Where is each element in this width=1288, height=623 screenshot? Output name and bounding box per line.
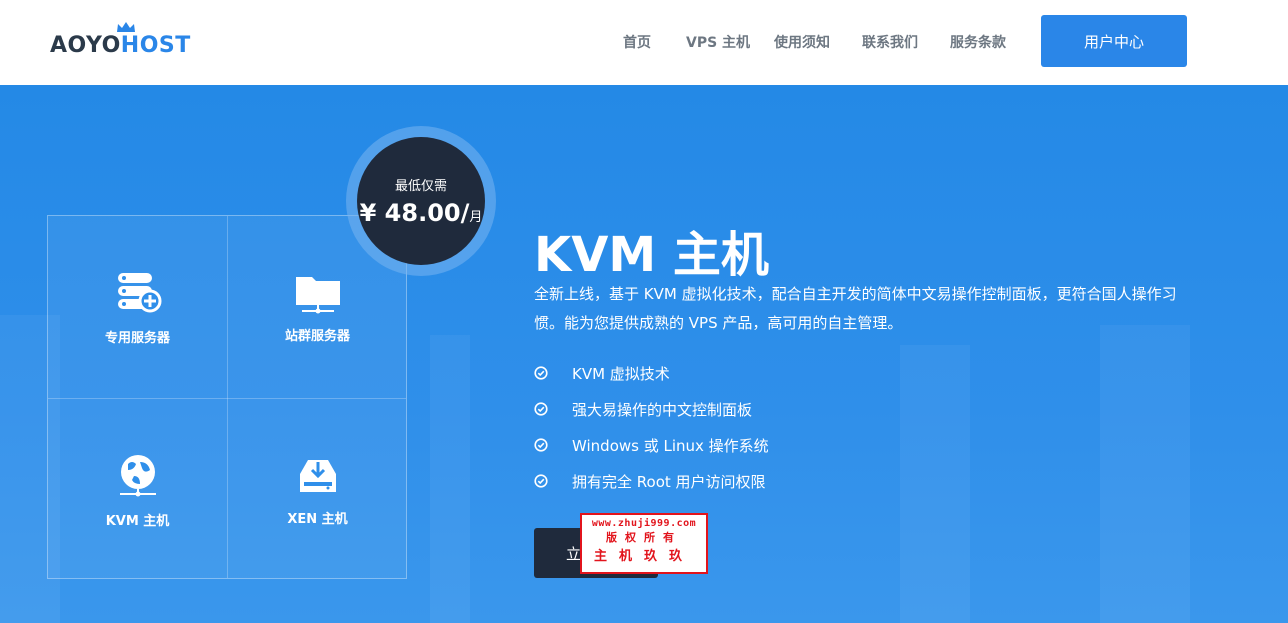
grid-item-label: KVM 主机 <box>105 513 170 529</box>
grid-item-kvm-host[interactable]: KVM 主机 <box>48 399 227 581</box>
feature-label: Windows 或 Linux 操作系统 <box>572 436 769 455</box>
feature-label: 强大易操作的中文控制面板 <box>572 400 753 419</box>
grid-item-label: 专用服务器 <box>104 330 170 346</box>
price-caption: 最低仅需 <box>394 179 447 194</box>
download-drive-icon <box>299 459 336 492</box>
folder-network-icon <box>295 276 340 313</box>
nav-item-notice[interactable]: 使用须知 <box>774 32 830 52</box>
grid-item-dedicated-server[interactable]: 专用服务器 <box>48 216 227 398</box>
product-grid: 专用服务器 站群服务器 KVM 主机 XEN 主机 <box>47 215 407 579</box>
site-logo[interactable]: AOYOHOST <box>50 22 191 59</box>
hero-title: KVM 主机 <box>534 227 769 283</box>
feature-item: Windows 或 Linux 操作系统 <box>534 427 769 463</box>
feature-item: KVM 虚拟技术 <box>534 355 769 391</box>
nav-item-home[interactable]: 首页 <box>623 32 651 52</box>
logo-text-primary: AOYO <box>50 33 121 58</box>
background-rack <box>430 335 470 623</box>
watermark-copyright: 版权所有 <box>606 531 682 544</box>
price-value: ¥ 48.00/月 <box>357 199 485 227</box>
check-circle-icon <box>534 402 548 416</box>
crown-icon <box>117 22 135 32</box>
watermark-brand: 主机玖玖 <box>593 549 694 564</box>
grid-item-label: 站群服务器 <box>284 328 350 344</box>
background-rack <box>900 345 970 623</box>
watermark-url: www.zhuji999.com <box>591 518 697 529</box>
price-unit: 月 <box>469 210 483 225</box>
nav-item-terms[interactable]: 服务条款 <box>950 32 1006 52</box>
feature-label: 拥有完全 Root 用户访问权限 <box>572 472 766 491</box>
nav-item-contact[interactable]: 联系我们 <box>862 32 918 52</box>
feature-item: 拥有完全 Root 用户访问权限 <box>534 463 769 499</box>
site-header: AOYOHOST 首页 VPS 主机 使用须知 联系我们 服务条款 用户中心 <box>0 0 1288 85</box>
server-add-icon <box>117 272 161 312</box>
grid-item-xen-host[interactable]: XEN 主机 <box>228 399 407 581</box>
price-badge: 最低仅需 ¥ 48.00/月 <box>357 137 485 265</box>
nav-item-vps[interactable]: VPS 主机 <box>686 32 750 52</box>
background-rack <box>1100 325 1190 623</box>
logo-text-secondary: HOST <box>120 33 191 58</box>
globe-network-icon <box>119 454 156 496</box>
price-amount: ¥ 48.00/ <box>359 199 470 227</box>
check-circle-icon <box>534 438 548 452</box>
feature-item: 强大易操作的中文控制面板 <box>534 391 769 427</box>
watermark-stamp: www.zhuji999.com 版权所有 主机玖玖 <box>580 513 708 574</box>
check-circle-icon <box>534 366 548 380</box>
check-circle-icon <box>534 474 548 488</box>
user-center-button[interactable]: 用户中心 <box>1041 15 1187 67</box>
grid-item-label: XEN 主机 <box>287 511 348 527</box>
feature-label: KVM 虚拟技术 <box>572 364 670 383</box>
hero-description: 全新上线，基于 KVM 虚拟化技术，配合自主开发的简体中文易操作控制面板，更符合… <box>534 285 1177 332</box>
feature-list: KVM 虚拟技术 强大易操作的中文控制面板 Windows 或 Linux 操作… <box>534 355 769 499</box>
